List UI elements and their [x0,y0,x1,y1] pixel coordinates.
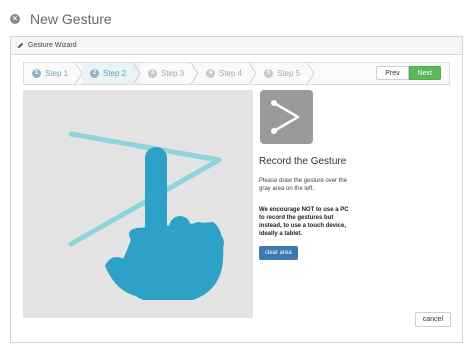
wizard-panel: Gesture Wizard 1 Step 1 2 Step 2 3 Step 3 4 Ste… [10,36,463,343]
clear-area-button[interactable]: clear area [259,246,298,260]
prev-button[interactable]: Prev [376,66,409,80]
step-number: 1 [32,69,41,78]
record-warning: We encourage NOT to use a PC to record t… [259,207,349,237]
step-label: Step 3 [161,69,185,78]
step-label: Step 4 [219,69,243,78]
step-4[interactable]: 4 Step 4 [198,63,257,84]
step-separator [307,63,315,84]
step-1[interactable]: 1 Step 1 [24,63,83,84]
step-label: Step 5 [277,69,301,78]
step-number: 3 [148,69,157,78]
record-instructions: Please draw the gesture over the gray ar… [259,178,348,192]
gesture-drawing [68,131,224,300]
window-header: × New Gesture [8,8,466,30]
panel-heading: Gesture Wizard [11,37,462,55]
window-title: New Gesture [30,11,112,27]
nav-buttons: Prev Next [376,66,441,80]
record-title: Record the Gesture [259,156,347,167]
steps-list: 1 Step 1 2 Step 2 3 Step 3 4 Step 4 5 Step 5 [24,63,315,84]
close-icon[interactable]: × [10,14,20,24]
step-5[interactable]: 5 Step 5 [256,63,315,84]
pencil-icon [17,42,24,49]
panel-title: Gesture Wizard [28,42,77,49]
gesture-preview-icon [260,90,313,144]
gesture-canvas[interactable] [23,90,253,318]
step-number: 4 [206,69,215,78]
step-2[interactable]: 2 Step 2 [82,63,141,84]
step-3[interactable]: 3 Step 3 [140,63,199,84]
step-number: 2 [90,69,99,78]
steps-bar: 1 Step 1 2 Step 2 3 Step 3 4 Step 4 5 Step 5 Prev… [23,62,450,85]
step-label: Step 1 [45,69,69,78]
cancel-button[interactable]: cancel [414,312,451,327]
step-number: 5 [264,69,273,78]
next-button[interactable]: Next [408,66,441,80]
step-label: Step 2 [103,69,127,78]
